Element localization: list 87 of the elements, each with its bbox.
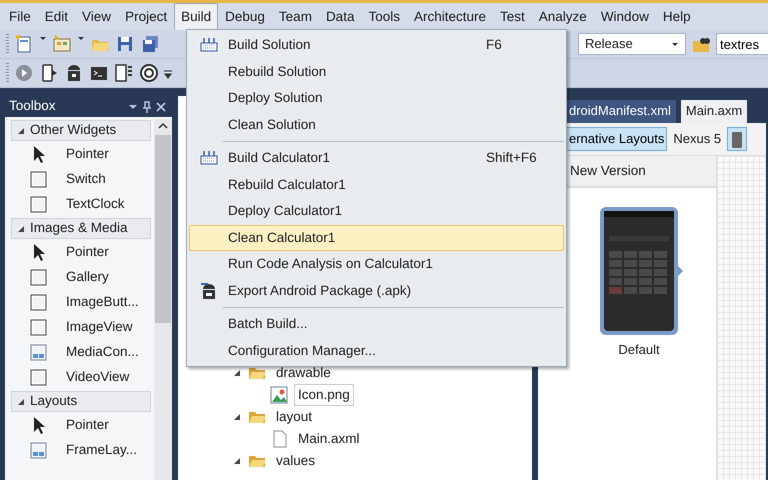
control-icon (29, 170, 48, 189)
build-icon (200, 149, 218, 168)
preview-label: Default (618, 341, 660, 359)
menu-item[interactable]: Edit (38, 3, 76, 30)
panel-title: Toolbox (9, 97, 57, 116)
toolbox-item[interactable]: Switch (66, 169, 106, 190)
control-icon (29, 268, 48, 287)
scroll-thumb[interactable] (155, 135, 171, 323)
caret-icon (671, 40, 679, 48)
scrollbar[interactable] (154, 119, 172, 480)
menu-item[interactable]: Test (493, 3, 532, 30)
control-icon (29, 195, 48, 214)
image-file-icon (270, 386, 288, 404)
expand-icon[interactable] (232, 456, 242, 466)
tablet-icon[interactable] (114, 63, 134, 83)
toolbox-item[interactable]: Pointer (66, 144, 109, 165)
tree-item[interactable]: Main.axml (294, 428, 364, 450)
menu-item[interactable]: View (75, 3, 118, 30)
menu-item[interactable]: Debug (218, 3, 272, 30)
version-header: New Version (570, 162, 646, 180)
pin-icon[interactable] (140, 100, 154, 114)
shortcut-text: Shift+F6 (486, 149, 537, 168)
document-tab[interactable]: Main.axm (680, 100, 748, 123)
menu-item[interactable]: Configuration Manager... (189, 338, 564, 364)
menu-item[interactable]: Tools (361, 3, 407, 30)
toolbox-item[interactable]: Pointer (66, 242, 109, 263)
toolbox-item[interactable]: TextClock (66, 194, 125, 215)
shortcut-text: F6 (486, 36, 502, 54)
configuration-dropdown[interactable]: Release (578, 33, 686, 55)
menu-item[interactable]: Export Android Package (.apk) (189, 278, 564, 304)
menu-item[interactable]: Build (174, 3, 218, 30)
expand-icon[interactable] (16, 396, 26, 406)
toolbox-item[interactable]: VideoView (66, 367, 130, 388)
build-icon (200, 36, 218, 54)
toolbox-item[interactable]: Pointer (66, 415, 109, 436)
phone-button[interactable] (727, 127, 748, 151)
tree-item[interactable]: values (272, 450, 320, 472)
close-icon[interactable] (154, 100, 168, 114)
toolbox-group-header[interactable]: Other Widgets (11, 120, 151, 141)
expand-icon[interactable] (16, 126, 26, 136)
control-icon (29, 293, 48, 312)
wheel-icon[interactable] (139, 63, 159, 83)
menu-item[interactable]: Team (272, 3, 319, 30)
menu-item[interactable]: Help (656, 3, 698, 30)
form-icon (29, 441, 48, 460)
form-icon (29, 343, 48, 362)
expand-icon[interactable] (232, 412, 242, 422)
toolbox-item[interactable]: Gallery (66, 267, 109, 288)
menu-item[interactable]: Build Solution F6 (189, 32, 564, 58)
toolbox-item[interactable]: FrameLay... (66, 440, 138, 461)
menu-item[interactable]: Project (118, 3, 174, 30)
menu-item[interactable]: Run Code Analysis on Calculator1 (189, 251, 564, 278)
save-all-icon[interactable] (140, 34, 160, 54)
menu-item[interactable]: Deploy Calculator1 (189, 198, 564, 224)
toolbox-group-header[interactable]: Layouts (11, 391, 151, 412)
package-icon (200, 282, 218, 300)
toolbar-grip[interactable] (6, 63, 9, 83)
tree-item[interactable]: layout (272, 406, 316, 428)
toolbox-group-header[interactable]: Images & Media (11, 218, 151, 239)
phone-icon (731, 130, 744, 149)
toolbar-grip[interactable] (6, 34, 9, 54)
menu-item[interactable]: Build Calculator1 Shift+F6 (189, 145, 564, 172)
menu-item[interactable]: Batch Build... (189, 311, 564, 338)
menu-item[interactable]: Rebuild Calculator1 (189, 172, 564, 198)
menu-item[interactable]: Data (318, 3, 362, 30)
menu-item[interactable]: Analyze (532, 3, 594, 30)
find-field[interactable]: textres (716, 33, 768, 55)
toolbox-item[interactable]: ImageButt... (66, 292, 139, 313)
toolbox-item[interactable]: MediaCon... (66, 342, 139, 363)
expand-icon[interactable] (16, 224, 26, 234)
document-tab[interactable]: droidManifest.xml (564, 100, 676, 123)
control-icon (29, 318, 48, 337)
menu-item[interactable]: Deploy Solution (189, 85, 564, 112)
control-icon (29, 368, 48, 387)
new-item-icon[interactable] (52, 34, 72, 54)
menu-item[interactable]: Window (594, 3, 656, 30)
menu-item[interactable]: Clean Calculator1 (189, 224, 564, 251)
save-icon[interactable] (115, 34, 135, 54)
phone-preview-drawing[interactable] (599, 206, 685, 336)
menu-item[interactable]: Clean Solution (189, 112, 564, 138)
tree-item[interactable]: Icon.png (294, 384, 354, 406)
menu-item[interactable]: File (2, 3, 38, 30)
device-selector[interactable]: Nexus 5 (673, 129, 722, 149)
alternative-layouts-button[interactable]: ernative Layouts (566, 127, 668, 151)
run-icon[interactable] (14, 63, 34, 83)
menu-item[interactable]: Architecture (406, 3, 494, 30)
toolbox-item[interactable]: ImageView (66, 317, 133, 338)
